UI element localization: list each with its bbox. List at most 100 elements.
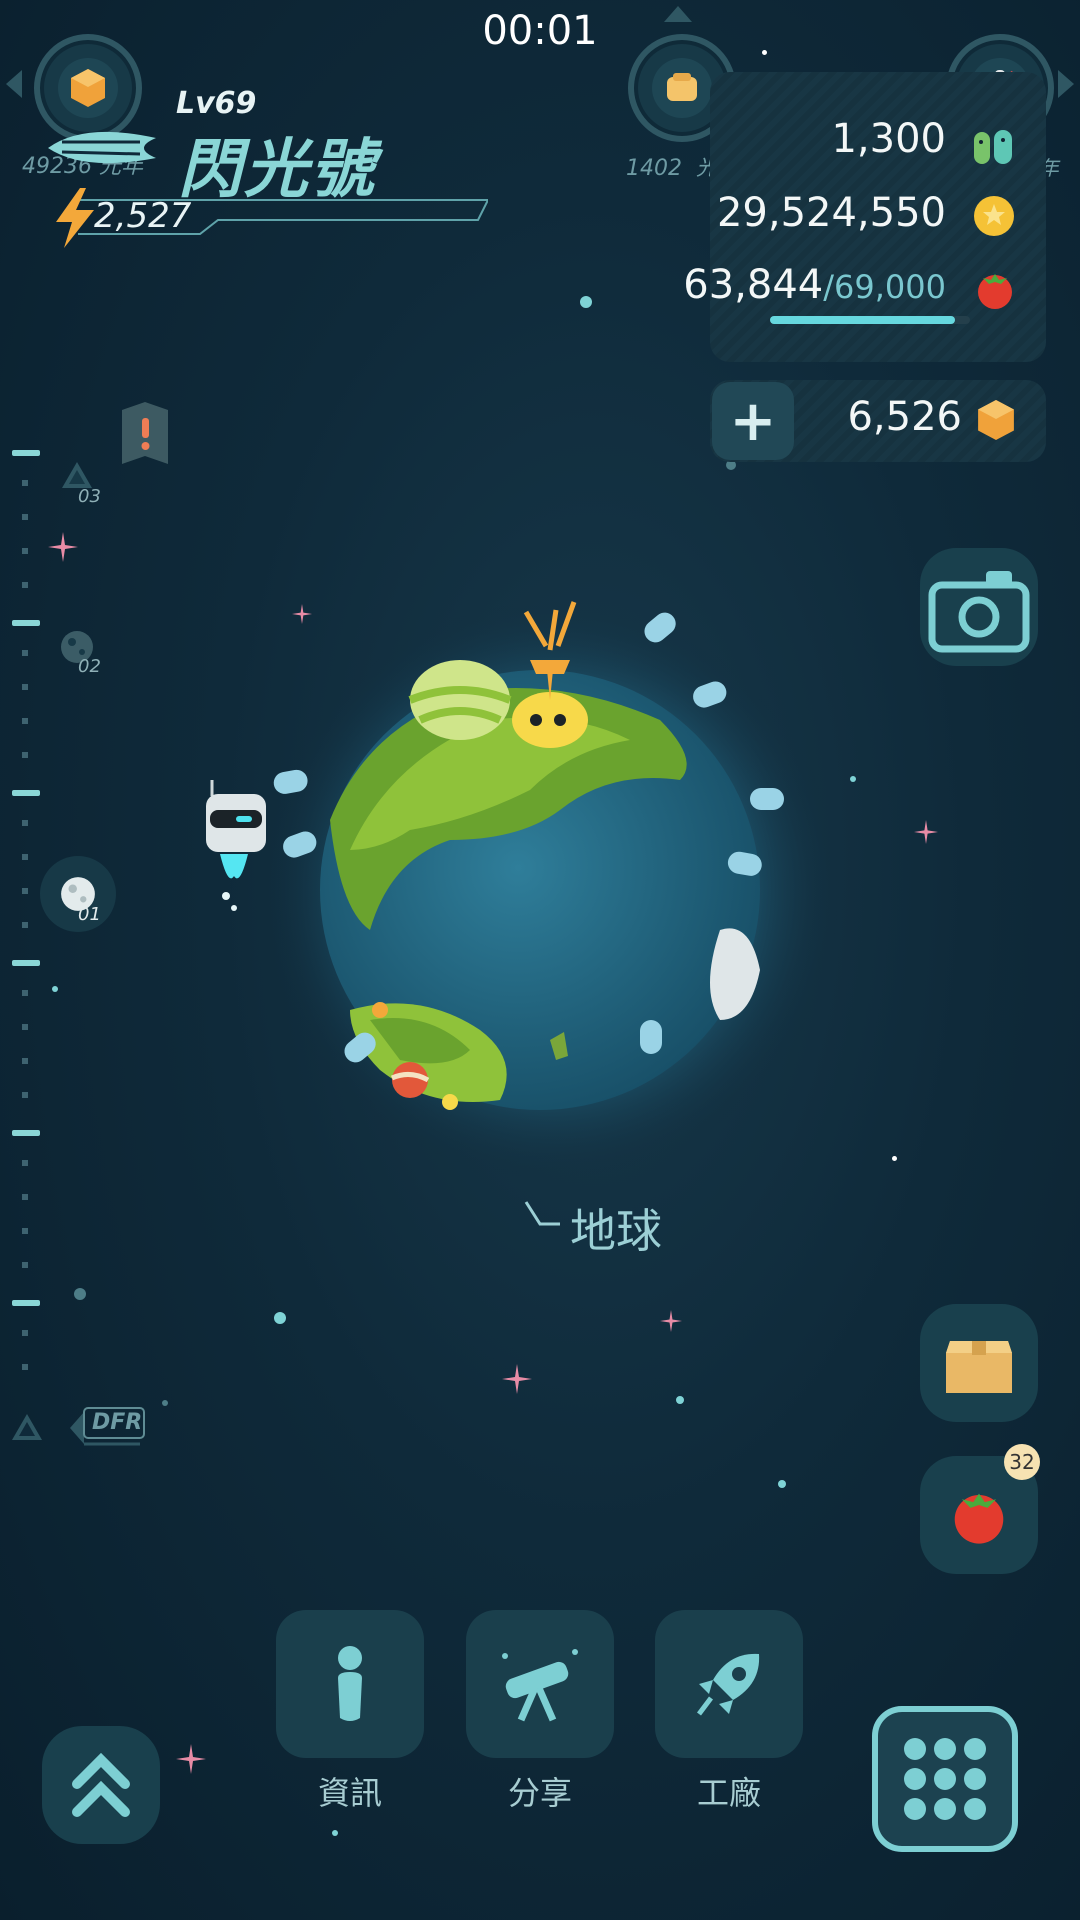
sparkle-icon: [48, 532, 78, 562]
planet-icon: [652, 58, 712, 118]
track-major-tick: [12, 790, 40, 796]
sparkle-icon: [502, 1364, 532, 1394]
factory-label: 工廠: [696, 1774, 761, 1812]
camera-icon: [928, 571, 1030, 653]
track-tick: [22, 1194, 28, 1200]
crystal-count: 6,526: [847, 394, 962, 440]
crystal-icon: [978, 400, 1014, 440]
tomato-icon: [954, 1493, 1004, 1544]
dfr-label: DFR: [92, 1410, 143, 1435]
track-tick: [22, 990, 28, 996]
star: [274, 1312, 286, 1324]
star: [332, 1830, 338, 1836]
track-tick: [22, 1262, 28, 1268]
nav-left-arrow-icon[interactable]: [6, 70, 22, 98]
track-tick: [22, 718, 28, 724]
track-tick: [22, 650, 28, 656]
info-icon: [338, 1646, 362, 1721]
level-number: 01: [78, 904, 101, 925]
track-tick: [22, 1160, 28, 1166]
main-menu-button[interactable]: [872, 1706, 1018, 1852]
star: [580, 296, 592, 308]
storage-box-button[interactable]: [920, 1304, 1038, 1422]
track-major-tick: [12, 620, 40, 626]
tomato-icon: [978, 274, 1012, 309]
track-major-tick: [12, 960, 40, 966]
star: [676, 1396, 684, 1404]
track-tick: [22, 514, 28, 520]
track-tick: [22, 922, 28, 928]
sparkle-icon: [660, 1310, 682, 1332]
coins-count: 29,524,550: [716, 190, 946, 236]
menu-grid-dot: [964, 1798, 986, 1820]
tomato-progress-fill: [770, 316, 955, 324]
crown: [530, 660, 570, 674]
resources-panel: 1,300 29,524,550 63,844/69,000: [683, 72, 1046, 362]
sparkle-icon: [176, 1744, 206, 1774]
star-coin-icon: [974, 196, 1014, 236]
sparkle-icon: [914, 820, 938, 844]
info-label: 資訊: [317, 1774, 382, 1812]
track-tick: [22, 888, 28, 894]
track-tick: [22, 684, 28, 690]
level-number: 02: [78, 656, 101, 677]
track-tick: [22, 480, 28, 486]
track-tick: [22, 582, 28, 588]
track-tick: [22, 548, 28, 554]
nav-right-arrow-icon[interactable]: [1058, 70, 1074, 98]
star: [52, 986, 58, 992]
lightning-icon: [56, 188, 94, 248]
menu-grid-dot: [904, 1768, 926, 1790]
info-button[interactable]: [276, 1610, 424, 1758]
box-icon: [946, 1341, 1012, 1393]
tomato-count: 63,844/69,000: [683, 262, 946, 308]
aliens-count: 1,300: [831, 116, 946, 162]
tomato-progress-bar: [770, 316, 970, 324]
expand-up-button[interactable]: [42, 1726, 160, 1844]
tomato-badge: 32: [1004, 1444, 1040, 1480]
factory-button[interactable]: [655, 1610, 803, 1758]
track-tick: [22, 1024, 28, 1030]
rocket-icon: [697, 1653, 760, 1716]
track-tick: [22, 820, 28, 826]
track-tick: [22, 854, 28, 860]
planet-name: 地球: [570, 1204, 662, 1258]
track-tick: [22, 1228, 28, 1234]
star: [778, 1480, 786, 1488]
earth-planet[interactable]: [250, 590, 850, 1190]
track-tick: [22, 1364, 28, 1370]
track-tick: [22, 1330, 28, 1336]
camera-button[interactable]: [920, 548, 1038, 666]
energy-value: 2,527: [94, 196, 192, 236]
menu-grid-dot: [964, 1738, 986, 1760]
aliens-icon: [974, 130, 1012, 164]
tomato-button[interactable]: 32: [920, 1444, 1040, 1574]
spaceship-icon: [48, 131, 156, 164]
track-tick: [22, 1092, 28, 1098]
star: [162, 1400, 168, 1406]
track-major-tick: [12, 1300, 40, 1306]
ship-name: 閃光號: [178, 133, 376, 207]
crystal-panel: + 6,526: [710, 380, 1046, 462]
alert-flag-icon[interactable]: [122, 402, 168, 464]
menu-grid-dot: [934, 1768, 956, 1790]
track-tick: [22, 1058, 28, 1064]
star: [74, 1288, 86, 1300]
planet-pointer: [524, 1200, 560, 1230]
menu-grid-dot: [934, 1798, 956, 1820]
star: [850, 776, 856, 782]
nav-up-arrow-icon[interactable]: [664, 6, 692, 22]
share-label: 分享: [507, 1774, 572, 1812]
share-button[interactable]: [466, 1610, 614, 1758]
track-major-tick: [12, 450, 40, 456]
menu-grid-dot: [904, 1738, 926, 1760]
ship-level: Lv69: [176, 86, 257, 121]
star: [892, 1156, 897, 1161]
track-major-tick: [12, 1130, 40, 1136]
crystal-icon: [58, 58, 118, 118]
menu-grid-dot: [964, 1768, 986, 1790]
telescope-icon: [502, 1649, 578, 1722]
menu-grid-dot: [904, 1798, 926, 1820]
menu-grid-dot: [934, 1738, 956, 1760]
add-crystal-button[interactable]: +: [712, 382, 794, 460]
